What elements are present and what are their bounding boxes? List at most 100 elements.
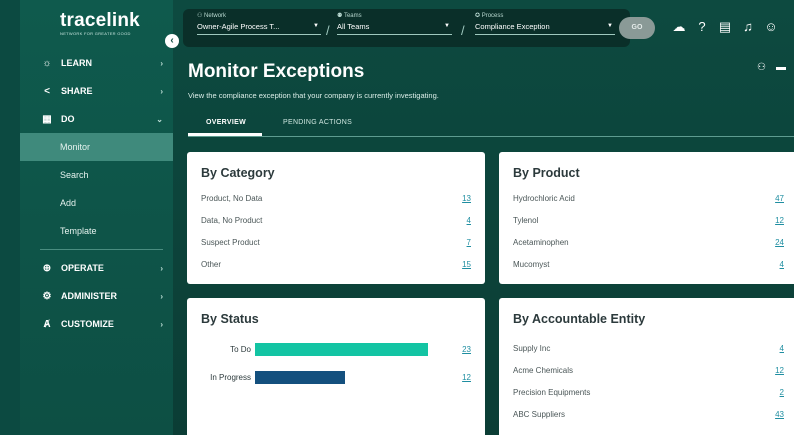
category-count-link[interactable]: 7	[467, 238, 471, 247]
filter-bar: ⚇ Network Owner-Agile Process T... ▼ / ⚉ …	[183, 9, 630, 47]
product-count-link[interactable]: 4	[780, 260, 784, 269]
entity-label: Supply Inc	[513, 344, 551, 353]
category-label: Suspect Product	[201, 238, 260, 247]
tab-overview[interactable]: OVERVIEW	[206, 119, 246, 126]
sidebar-subitem-monitor[interactable]: Monitor	[20, 133, 173, 161]
process-filter[interactable]: ✪ Process Compliance Exception ▼	[475, 12, 615, 35]
process-filter-label: ✪ Process	[475, 13, 504, 19]
logo[interactable]: tracelink NETWORK FOR GREATER GOOD	[60, 10, 140, 36]
card-title: By Status	[201, 312, 259, 326]
product-label: Mucomyst	[513, 260, 550, 269]
process-icon: ✪	[475, 13, 482, 19]
app-frame: tracelink NETWORK FOR GREATER GOOD ☼ LEA…	[20, 0, 794, 435]
sidebar-item-customize[interactable]: Ⱥ CUSTOMIZE ›	[20, 310, 173, 338]
product-label: Acetaminophen	[513, 238, 569, 247]
entity-count-link[interactable]: 4	[780, 344, 784, 353]
by-category-card: By Category Product, No Data 13 Data, No…	[187, 152, 485, 284]
chevron-left-circle-icon[interactable]: ‹	[165, 34, 179, 48]
sidebar-item-administer[interactable]: ⚙ ADMINISTER ›	[20, 282, 173, 310]
active-tab-indicator	[188, 133, 262, 136]
card-title: By Accountable Entity	[513, 312, 646, 326]
teams-icon: ⚉	[337, 13, 344, 19]
status-label: To Do	[230, 345, 251, 354]
tab-bar: OVERVIEW PENDING ACTIONS	[188, 113, 794, 137]
filter-separator: /	[461, 23, 465, 38]
category-count-link[interactable]: 15	[462, 260, 471, 269]
grid-icon: ▦	[42, 113, 52, 125]
tab-pending-actions[interactable]: PENDING ACTIONS	[283, 119, 352, 126]
network-select[interactable]: Owner-Agile Process T... ▼	[197, 22, 321, 35]
sidebar-item-label: OPERATE	[61, 263, 104, 273]
product-count-link[interactable]: 24	[775, 238, 784, 247]
entity-label: Acme Chemicals	[513, 366, 574, 375]
logo-wordmark: tracelink	[60, 10, 140, 31]
entity-count-link[interactable]: 2	[780, 388, 784, 397]
sidebar-subitem-search[interactable]: Search	[20, 161, 173, 189]
user-icon[interactable]: ☺	[764, 19, 778, 35]
logo-tagline: NETWORK FOR GREATER GOOD	[60, 31, 131, 36]
entity-count-link[interactable]: 43	[775, 410, 784, 419]
page-subtitle: View the compliance exception that your …	[188, 91, 439, 100]
chevron-right-icon: ›	[160, 58, 163, 68]
sidebar-item-label: CUSTOMIZE	[61, 319, 114, 329]
teams-filter[interactable]: ⚉ Teams All Teams ▼	[337, 12, 452, 35]
lightbulb-icon: ☼	[42, 57, 52, 69]
product-label: Hydrochloric Acid	[513, 194, 575, 203]
teams-select[interactable]: All Teams ▼	[337, 22, 452, 35]
globe-icon: ⊕	[42, 262, 52, 274]
sidebar: tracelink NETWORK FOR GREATER GOOD ☼ LEA…	[20, 0, 173, 435]
go-button[interactable]: GO	[619, 17, 655, 39]
sidebar-item-label: SHARE	[61, 86, 93, 96]
sidebar-subitem-add[interactable]: Add	[20, 189, 173, 217]
sidebar-nav: ☼ LEARN › < SHARE › ▦ DO ⌄ Monitor Searc…	[20, 49, 173, 338]
sidebar-subitem-template[interactable]: Template	[20, 217, 173, 245]
process-select[interactable]: Compliance Exception ▼	[475, 22, 615, 35]
chevron-right-icon: ›	[160, 291, 163, 301]
category-label: Product, No Data	[201, 194, 263, 203]
product-count-link[interactable]: 12	[775, 216, 784, 225]
entity-count-link[interactable]: 12	[775, 366, 784, 375]
sidebar-item-learn[interactable]: ☼ LEARN ›	[20, 49, 173, 77]
status-count-link[interactable]: 12	[462, 373, 471, 382]
status-bar-todo[interactable]	[255, 343, 428, 356]
chat-icon[interactable]: ▤	[718, 19, 732, 35]
cloud-icon[interactable]: ☁	[672, 19, 686, 35]
chevron-right-icon: ›	[160, 263, 163, 273]
page-title: Monitor Exceptions	[188, 61, 365, 82]
by-product-card: By Product Hydrochloric Acid 47 Tylenol …	[499, 152, 794, 284]
category-count-link[interactable]: 13	[462, 194, 471, 203]
filter-separator: /	[326, 23, 330, 38]
entity-label: ABC Suppliers	[513, 410, 566, 419]
sidebar-item-operate[interactable]: ⊕ OPERATE ›	[20, 254, 173, 282]
top-icon-bar: ☁ ? ▤ ♫ ☺	[672, 19, 778, 35]
category-count-link[interactable]: 4	[467, 216, 471, 225]
status-bar-in-progress[interactable]	[255, 371, 345, 384]
category-label: Data, No Product	[201, 216, 263, 225]
network-filter[interactable]: ⚇ Network Owner-Agile Process T... ▼	[197, 12, 321, 35]
status-count-link[interactable]: 23	[462, 345, 471, 354]
sidebar-item-label: ADMINISTER	[61, 291, 117, 301]
print-icon[interactable]: ▬	[776, 62, 786, 73]
network-filter-label: ⚇ Network	[197, 13, 227, 19]
sidebar-item-do[interactable]: ▦ DO ⌄	[20, 105, 173, 133]
window-edge	[0, 0, 20, 435]
status-label: In Progress	[210, 373, 251, 382]
card-title: By Category	[201, 166, 275, 180]
by-entity-card: By Accountable Entity Supply Inc 4 Acme …	[499, 298, 794, 435]
group-icon[interactable]: ⚇	[757, 62, 766, 73]
help-icon[interactable]: ?	[695, 19, 709, 35]
by-status-card: By Status To Do 23 In Progress 12	[187, 298, 485, 435]
dropdown-arrow-icon: ▼	[313, 23, 319, 29]
sidebar-item-share[interactable]: < SHARE ›	[20, 77, 173, 105]
sidebar-item-label: DO	[61, 114, 75, 124]
card-title: By Product	[513, 166, 580, 180]
dropdown-arrow-icon: ▼	[444, 23, 450, 29]
product-label: Tylenol	[513, 216, 539, 225]
product-count-link[interactable]: 47	[775, 194, 784, 203]
category-label: Other	[201, 260, 222, 269]
chevron-right-icon: ›	[160, 319, 163, 329]
bell-icon[interactable]: ♫	[741, 19, 755, 35]
teams-filter-label: ⚉ Teams	[337, 13, 362, 19]
share-icon: <	[44, 85, 50, 97]
chevron-right-icon: ›	[160, 86, 163, 96]
